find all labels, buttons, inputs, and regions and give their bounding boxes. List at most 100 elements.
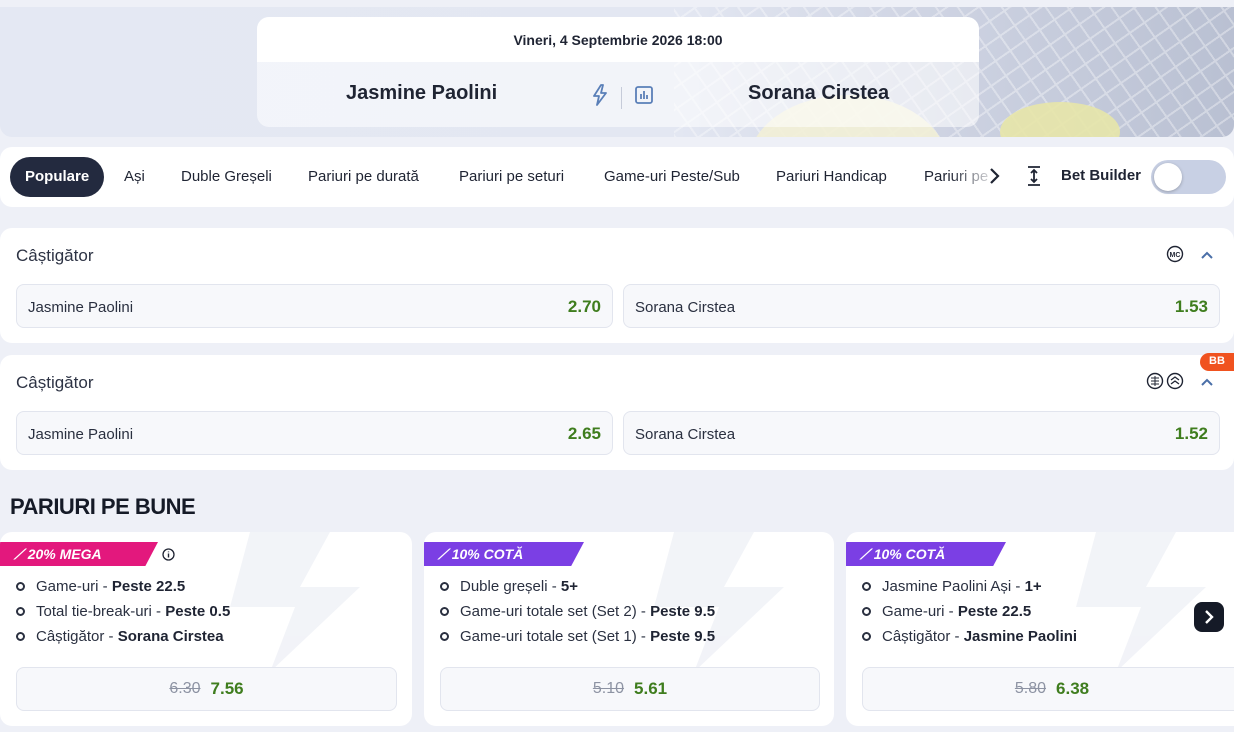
selection-market: Duble greșeli	[460, 578, 548, 595]
market-tabs: Populare Ași Duble Greșeli Pariuri pe du…	[0, 147, 1234, 207]
tab-durata[interactable]: Pariuri pe durată	[308, 157, 419, 197]
chevron-up-icon[interactable]	[1200, 248, 1214, 266]
stats-icon[interactable]	[634, 85, 654, 110]
market-title: Câștigător	[16, 246, 94, 265]
tab-game-uri[interactable]: Game-uri Peste/Sub	[604, 157, 740, 197]
selection-dot	[16, 607, 25, 616]
old-price: 5.10	[592, 680, 625, 697]
selection-market: Game-uri totale set (Set 2)	[460, 603, 637, 620]
section-title: PARIURI PE BUNE	[10, 494, 196, 519]
selection-row: Câștigător - Jasmine Paolini	[862, 628, 1077, 645]
outcome-price: 2.70	[567, 297, 601, 316]
selection-pick: Peste 0.5	[165, 603, 231, 620]
selection-market: Câștigător	[36, 628, 105, 645]
selection-dot	[16, 632, 25, 641]
market-title: Câștigător	[16, 373, 94, 392]
tab-populare[interactable]: Populare	[10, 157, 105, 197]
outcome-price: 1.53	[1174, 297, 1208, 316]
market-winner-bb: BB Câștigător Jasmine Paolini 2.65 Soran…	[0, 353, 1234, 470]
expand-vertical-icon[interactable]	[1025, 165, 1043, 192]
bet-builder-icon	[1146, 372, 1184, 395]
lightning-decoration-icon	[230, 532, 360, 672]
event-datetime: Vineri, 4 Septembrie 2026 18:00	[257, 17, 979, 62]
boosted-price: 6.38	[1056, 679, 1090, 698]
carousel-next-button[interactable]	[1194, 602, 1224, 632]
selection-row: Game-uri totale set (Set 2) - Peste 9.5	[440, 603, 715, 620]
selection-pick: Jasmine Paolini	[963, 628, 1078, 645]
away-player[interactable]: Sorana Cirstea	[748, 82, 889, 105]
boost-card: ⟋ 20% MEGA COTĂ Game-uri - Peste 22.5 To…	[0, 532, 412, 726]
tab-duble-greseli[interactable]: Duble Greșeli	[181, 157, 272, 197]
add-boost-button[interactable]: 5.80 6.38	[862, 667, 1234, 711]
selection-market: Game-uri totale set (Set 1)	[460, 628, 637, 645]
old-price: 5.80	[1014, 680, 1047, 697]
selection-dot	[16, 582, 25, 591]
outcome-name: Sorana Cirstea	[635, 299, 736, 316]
cota-marita-badge: ⟋ 10% COTĂ MĂRITĂ	[846, 542, 1006, 566]
selection-dot	[440, 582, 449, 591]
rocket-icon: ⟋	[438, 546, 452, 562]
outcome-name: Jasmine Paolini	[28, 426, 134, 443]
outcome-button[interactable]: Sorana Cirstea 1.52	[623, 411, 1220, 455]
selection-row: Game-uri - Peste 22.5	[16, 578, 185, 595]
info-icon[interactable]	[162, 548, 175, 566]
event-actions	[591, 84, 654, 111]
lightning-decoration-icon	[654, 532, 784, 672]
divider	[621, 86, 622, 109]
participants: Jasmine Paolini Sorana Cirstea	[257, 62, 979, 127]
outcome-price: 2.65	[567, 424, 601, 443]
boost-card: ⟋ 10% COTĂ MĂRITĂ Duble greșeli - 5+ Gam…	[424, 532, 834, 726]
outcome-name: Jasmine Paolini	[28, 299, 134, 316]
toggle-knob	[1154, 163, 1182, 191]
bet-builder-label: Bet Builder	[1061, 167, 1142, 184]
selection-pick: 1+	[1024, 578, 1042, 595]
chevron-up-icon[interactable]	[1200, 375, 1214, 393]
selection-pick: Peste 22.5	[957, 603, 1032, 620]
tab-seturi[interactable]: Pariuri pe seturi	[459, 157, 564, 197]
selection-row: Duble greșeli - 5+	[440, 578, 578, 595]
svg-text:MC: MC	[1170, 252, 1181, 259]
add-boost-button[interactable]: 5.10 5.61	[440, 667, 820, 711]
selection-row: Jasmine Paolini Ași - 1+	[862, 578, 1042, 595]
boost-card: ⟋ 10% COTĂ MĂRITĂ Jasmine Paolini Ași - …	[846, 532, 1234, 726]
chevron-right-icon[interactable]	[988, 166, 1000, 191]
add-boost-button[interactable]: 6.30 7.56	[16, 667, 397, 711]
scoreboard: Vineri, 4 Septembrie 2026 18:00 Jasmine …	[257, 17, 979, 127]
outcome-price: 1.52	[1174, 424, 1208, 443]
outcome-button[interactable]: Sorana Cirstea 1.53	[623, 284, 1220, 328]
mega-cota-badge: ⟋ 20% MEGA COTĂ	[0, 542, 158, 566]
bet-builder-badge: BB	[1200, 353, 1234, 371]
selection-market: Total tie-break-uri	[36, 603, 152, 620]
selection-row: Câștigător - Sorana Cirstea	[16, 628, 224, 645]
selection-pick: Peste 9.5	[650, 628, 716, 645]
home-player[interactable]: Jasmine Paolini	[346, 82, 497, 105]
selection-dot	[862, 607, 871, 616]
selection-market: Jasmine Paolini Ași	[882, 578, 1012, 595]
selection-pick: Peste 9.5	[650, 603, 716, 620]
outcome-name: Sorana Cirstea	[635, 426, 736, 443]
selection-dot	[440, 632, 449, 641]
selection-row: Total tie-break-uri - Peste 0.5	[16, 603, 230, 620]
market-winner: Câștigător MC Jasmine Paolini 2.70 Soran…	[0, 228, 1234, 343]
selection-pick: Sorana Cirstea	[117, 628, 224, 645]
bet-builder-toggle[interactable]	[1151, 160, 1226, 194]
selection-market: Câștigător	[882, 628, 951, 645]
rocket-icon: ⟋	[14, 546, 28, 562]
tab-asi[interactable]: Ași	[124, 157, 145, 197]
selection-dot	[862, 582, 871, 591]
old-price: 6.30	[169, 680, 201, 697]
selection-pick: 5+	[560, 578, 578, 595]
outcome-button[interactable]: Jasmine Paolini 2.65	[16, 411, 613, 455]
tabs-fade	[950, 147, 1010, 207]
lightning-icon[interactable]	[591, 84, 609, 111]
cota-marita-badge: ⟋ 10% COTĂ MĂRITĂ	[424, 542, 584, 566]
rocket-icon: ⟋	[860, 546, 874, 562]
selection-dot	[862, 632, 871, 641]
selection-pick: Peste 22.5	[111, 578, 186, 595]
boosted-price: 7.56	[210, 679, 244, 698]
selection-market: Game-uri	[882, 603, 945, 620]
mc-icon: MC	[1166, 245, 1184, 268]
tab-handicap[interactable]: Pariuri Handicap	[776, 157, 887, 197]
selection-row: Game-uri - Peste 22.5	[862, 603, 1031, 620]
outcome-button[interactable]: Jasmine Paolini 2.70	[16, 284, 613, 328]
